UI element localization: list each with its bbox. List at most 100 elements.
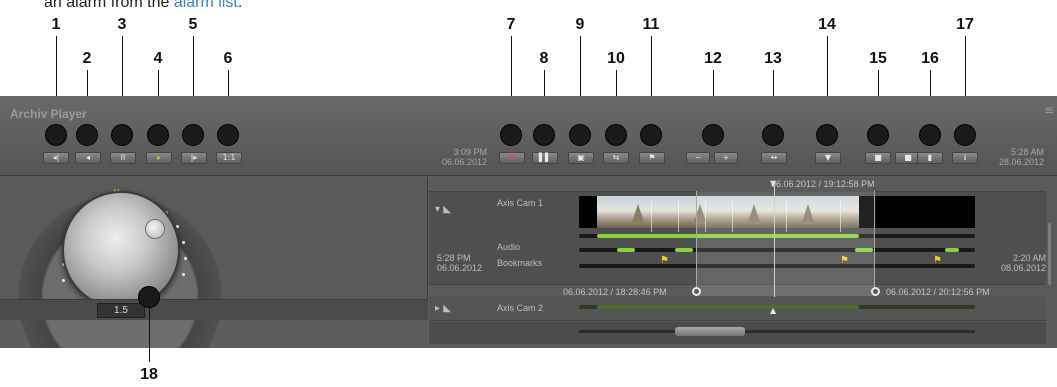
callout-marker <box>605 124 627 146</box>
playback-speed-value: 1.5 <box>97 303 145 318</box>
delete-button[interactable]: ▮ <box>917 152 943 164</box>
callout-marker <box>500 124 522 146</box>
prev-frame-button[interactable]: ◂| <box>43 152 69 164</box>
selection-range[interactable] <box>696 191 875 296</box>
save-button[interactable]: ⭳ <box>952 152 978 164</box>
callout-number-7: 7 <box>506 16 516 33</box>
zoom-in-button[interactable]: + <box>714 152 738 164</box>
scroll-track <box>579 330 975 333</box>
bookmark-flag-icon[interactable]: ⚑ <box>933 256 942 266</box>
video-segment <box>597 305 859 309</box>
caption-end: . <box>237 0 243 11</box>
real-time-speed-button[interactable]: 1:1 <box>216 152 242 164</box>
playhead-line[interactable] <box>774 185 775 314</box>
lock-start-button[interactable]: ■ <box>865 152 891 164</box>
caption-lead: an alarm from the <box>44 0 174 11</box>
callout-marker <box>816 124 838 146</box>
location-button[interactable]: ▼ <box>815 152 841 164</box>
callout-number-16: 16 <box>921 50 939 67</box>
callout-number-17: 17 <box>956 16 974 33</box>
scroll-thumb[interactable] <box>675 327 745 336</box>
marker-in-button[interactable]: ▼ <box>499 152 525 164</box>
callout-number-12: 12 <box>704 50 722 67</box>
callout-number-2: 2 <box>82 50 92 67</box>
vertical-scrollbar[interactable] <box>1048 223 1051 285</box>
range-end-handle[interactable] <box>871 287 880 296</box>
callout-number-18: 18 <box>140 366 158 383</box>
next-frame-button[interactable]: |▸ <box>181 152 207 164</box>
thumbnail-divider <box>651 200 652 232</box>
alarm-list-link[interactable]: alarm list <box>174 0 238 11</box>
callout-number-9: 9 <box>575 16 585 33</box>
end-time-value: 5:28 AM <box>1010 147 1044 157</box>
jog-dial-knob[interactable] <box>62 191 180 309</box>
marker-out-button[interactable]: ▌▌ <box>532 152 558 164</box>
zoom-out-button[interactable]: − <box>686 152 710 164</box>
end-time: 5:28 AM 28.06.2012 <box>994 147 1044 167</box>
fit-timeline-button[interactable]: ↔ <box>761 152 787 164</box>
audio-segment <box>617 248 635 252</box>
step-back-button[interactable]: ◂ <box>75 152 101 164</box>
camera-icon[interactable]: ▸ ◣ <box>435 303 451 314</box>
pause-button[interactable]: II <box>110 152 136 164</box>
callout-marker <box>867 124 889 146</box>
callout-marker <box>217 124 239 146</box>
camera-name: Axis Cam 1 <box>497 198 544 208</box>
end-date-value: 28.06.2012 <box>998 157 1044 167</box>
playhead-time: 06.06.2012 / 19:12:58 PM <box>771 179 875 189</box>
video-track[interactable] <box>579 305 975 309</box>
thumbnail-divider <box>678 200 679 232</box>
range-end-label: 06.06.2012 / 20:12:56 PM <box>886 287 990 297</box>
right-date-value: 08.06.2012 <box>1000 263 1046 273</box>
callout-marker <box>569 124 591 146</box>
range-start-label: 06.06.2012 / 18:28:46 PM <box>563 287 667 297</box>
callout-number-1: 1 <box>51 16 61 33</box>
dial-tick <box>182 273 185 276</box>
menu-icon[interactable]: ≡ <box>1044 104 1054 116</box>
callout-marker <box>702 124 724 146</box>
range-start-handle[interactable] <box>692 287 701 296</box>
camera-icon[interactable]: ▾ ◣ <box>435 204 451 215</box>
export-button[interactable]: ▣ <box>568 152 594 164</box>
callout-marker <box>147 124 169 146</box>
callout-number-13: 13 <box>764 50 782 67</box>
callout-number-11: 11 <box>642 16 660 33</box>
callout-number-4: 4 <box>153 50 163 67</box>
callout-leader <box>149 308 150 362</box>
dial-tick <box>176 225 179 228</box>
left-time-value: 5:28 PM <box>437 253 471 263</box>
timeline-area: ▼ 06.06.2012 / 19:12:58 PM ▾ ◣ Axis Cam … <box>429 177 1057 348</box>
callout-number-8: 8 <box>539 50 549 67</box>
caption-text: an alarm from the alarm list. <box>44 0 242 12</box>
timeline-scrollbar[interactable] <box>429 322 1046 344</box>
speed-bar: 1.5 <box>0 299 428 320</box>
callout-marker <box>138 286 160 308</box>
dial-tick <box>184 257 187 260</box>
callout-marker <box>762 124 784 146</box>
start-time: 3:09 PM 06.06.2012 <box>427 147 487 167</box>
callout-marker <box>533 124 555 146</box>
knob-grip <box>145 219 165 239</box>
bookmark-flag-icon[interactable]: ⚑ <box>660 256 669 266</box>
callout-number-15: 15 <box>869 50 887 67</box>
left-date-value: 06.06.2012 <box>437 263 483 273</box>
audio-segment <box>675 248 693 252</box>
callout-marker <box>182 124 204 146</box>
callout-marker <box>76 124 98 146</box>
camera-row-axis-cam-2: ▸ ◣ Axis Cam 2 <box>429 297 1046 321</box>
playhead-bottom-marker-icon: ▲ <box>770 306 777 315</box>
callout-number-10: 10 <box>607 50 625 67</box>
callout-marker <box>111 124 133 146</box>
start-date-value: 06.06.2012 <box>441 157 487 167</box>
loop-button[interactable]: ⇆ <box>603 152 629 164</box>
callout-marker <box>45 124 67 146</box>
bookmark-button[interactable]: ⚑ <box>639 152 665 164</box>
start-time-value: 3:09 PM <box>453 147 487 157</box>
timeline-right-time: 2:20 AM 08.06.2012 <box>996 253 1046 273</box>
callout-number-14: 14 <box>818 16 836 33</box>
dial-tick <box>62 279 65 282</box>
right-time-value: 2:20 AM <box>1012 253 1046 263</box>
play-button[interactable]: ▸ <box>146 152 172 164</box>
callout-number-3: 3 <box>117 16 127 33</box>
bookmarks-label: Bookmarks <box>497 258 543 268</box>
